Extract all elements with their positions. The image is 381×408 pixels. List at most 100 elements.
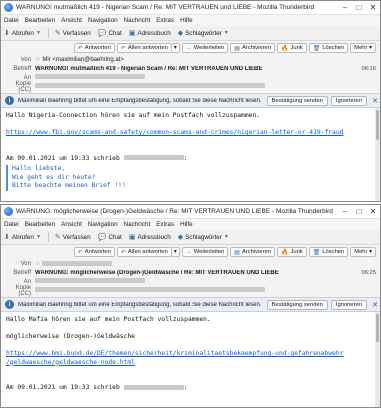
- menu-bar: Datei Bearbeiten Ansicht Navigation Nach…: [1, 219, 380, 230]
- redacted-cc: [35, 287, 265, 293]
- chevron-down-icon: ▼: [35, 234, 41, 240]
- reply-all-dropdown[interactable]: ▾: [171, 247, 180, 257]
- menu-extras[interactable]: Extras: [156, 221, 174, 228]
- menu-extras[interactable]: Extras: [156, 17, 174, 24]
- chat-button[interactable]: 💬 Chat: [98, 233, 122, 242]
- menu-hilfe[interactable]: Hilfe: [180, 17, 193, 24]
- menu-hilfe[interactable]: Hilfe: [180, 221, 193, 228]
- delete-button[interactable]: 🗑 Löschen: [308, 247, 349, 257]
- trash-icon: 🗑: [312, 249, 321, 256]
- menu-ansicht[interactable]: Ansicht: [61, 17, 82, 24]
- addressbook-button[interactable]: ▣ Adressbuch: [129, 29, 171, 38]
- send-receipt-button[interactable]: Bestätigung senden: [266, 95, 328, 106]
- chevron-down-icon: ▼: [35, 30, 41, 36]
- get-mail-button[interactable]: ⬇ Abrufen ▼: [4, 233, 41, 242]
- thunderbird-window-2: WARNUNG: möglicherweise (Drogen-)Geldwäs…: [0, 204, 381, 408]
- from-value[interactable]: Mir <maximilian@baehring.at>: [42, 57, 123, 63]
- addressbook-button[interactable]: ▣ Adressbuch: [129, 233, 171, 242]
- close-icon[interactable]: ✕: [366, 205, 380, 219]
- menu-nachricht[interactable]: Nachricht: [124, 221, 151, 228]
- send-receipt-button[interactable]: Bestätigung senden: [266, 299, 328, 310]
- message-time: 06:16: [361, 65, 376, 72]
- ignore-button[interactable]: Ignorieren: [330, 95, 367, 106]
- menu-bearbeiten[interactable]: Bearbeiten: [25, 221, 55, 228]
- body-link-continued[interactable]: /geldwaesche/geldwaesche-node.html: [6, 359, 135, 366]
- maximize-icon[interactable]: □: [352, 205, 366, 219]
- pencil-icon: ✎: [54, 30, 61, 37]
- more-button[interactable]: Mehr ▾: [350, 247, 376, 257]
- menu-navigation[interactable]: Navigation: [88, 17, 118, 24]
- download-icon: ⬇: [4, 30, 10, 37]
- star-icon[interactable]: ☆: [35, 261, 40, 267]
- main-toolbar: ⬇ Abrufen ▼ ✎ Verfassen 💬 Chat ▣ Adressbuch ◆…: [1, 26, 380, 41]
- from-label: Von: [20, 56, 31, 63]
- main-toolbar: ⬇ Abrufen ▼ ✎ Verfassen 💬 Chat ▣ Adressbuch ◆…: [1, 230, 380, 245]
- forward-button[interactable]: → Weiterleiten: [181, 247, 229, 257]
- redacted-recipient: [35, 74, 145, 80]
- redacted-recipient: [35, 278, 145, 284]
- reply-button[interactable]: ↶ Antworten: [73, 247, 115, 257]
- scrollbar[interactable]: [375, 108, 380, 201]
- cc-label: Kopie (CC): [15, 80, 31, 93]
- write-button[interactable]: ✎ Verfassen: [54, 29, 91, 38]
- receipt-notification-bar: i Maximilian Baehring bittet um eine Emp…: [1, 94, 380, 108]
- more-button[interactable]: Mehr ▾: [350, 43, 376, 53]
- close-icon[interactable]: ✕: [366, 1, 380, 15]
- quote-line: Bitte beachte meinen Brief !!!: [12, 182, 126, 189]
- body-line: möglicherweise (Drogen-)Geldwäsche: [6, 333, 135, 340]
- window-title: WARNUNG! mutmaßlich 419 - Nigerian Scam …: [16, 4, 315, 11]
- quote-attribution: Am 09.01.2021 um 19:33 schrieb: [6, 154, 120, 162]
- ignore-button[interactable]: Ignorieren: [330, 299, 367, 310]
- header-actions: ↶ Antworten ↶ Allen antworten ▾ → Weiterlei…: [5, 247, 376, 258]
- menu-datei[interactable]: Datei: [4, 221, 19, 228]
- archive-button[interactable]: ▤ Archivieren: [230, 43, 275, 53]
- forward-button[interactable]: → Weiterleiten: [181, 43, 229, 53]
- info-icon: i: [5, 96, 14, 105]
- get-mail-button[interactable]: ⬇ Abrufen ▼: [4, 29, 41, 38]
- reply-button[interactable]: ↶ Antworten: [73, 43, 115, 53]
- minimize-icon[interactable]: –: [338, 205, 352, 219]
- message-header: ↶ Antworten ↶ Allen antworten ▾ → Weiterlei…: [1, 245, 380, 298]
- chat-button[interactable]: 💬 Chat: [98, 29, 122, 38]
- menu-bearbeiten[interactable]: Bearbeiten: [25, 17, 55, 24]
- forward-icon: →: [185, 45, 192, 51]
- from-label: Von: [20, 260, 31, 267]
- body-link[interactable]: https://www.fbi.gov/scams-and-safety/com…: [6, 129, 343, 136]
- message-body: Hallo Nigeria-Connection hören sie auf m…: [1, 108, 380, 201]
- scrollbar[interactable]: [375, 312, 380, 407]
- quote-line: Hallo liebste,: [12, 165, 66, 172]
- subject-value: WARNUNG! mutmaßlich 419 - Nigerian Scam …: [35, 65, 263, 72]
- menu-datei[interactable]: Datei: [4, 17, 19, 24]
- junk-button[interactable]: 🔥 Junk: [276, 43, 307, 53]
- junk-button[interactable]: 🔥 Junk: [276, 247, 307, 257]
- maximize-icon[interactable]: □: [352, 1, 366, 15]
- delete-button[interactable]: 🗑 Löschen: [308, 43, 349, 53]
- subject-value: WARNUNG: möglicherweise (Drogen-)Geldwäs…: [35, 269, 279, 276]
- subject-row: Betreff WARNUNG! mutmaßlich 419 - Nigeri…: [5, 64, 376, 73]
- thunderbird-window-1: WARNUNG! mutmaßlich 419 - Nigerian Scam …: [0, 0, 381, 202]
- write-button[interactable]: ✎ Verfassen: [55, 233, 91, 242]
- tag-button[interactable]: ◆ Schlagwörter ▼: [178, 233, 229, 242]
- redacted-sender: [123, 384, 184, 390]
- to-row: An: [5, 277, 376, 286]
- redacted-cc: [35, 83, 265, 89]
- junk-icon: 🔥: [280, 45, 289, 52]
- chevron-down-icon: ▼: [223, 30, 229, 36]
- archive-button[interactable]: ▤ Archivieren: [230, 247, 275, 257]
- forward-icon: →: [185, 249, 192, 255]
- trash-icon: 🗑: [312, 45, 321, 52]
- close-icon[interactable]: ✕: [370, 97, 380, 105]
- header-actions: ↶ Antworten ↶ Allen antworten ▾ → Weiterlei…: [5, 43, 376, 54]
- close-icon[interactable]: ✕: [370, 301, 380, 309]
- reply-icon: ↶: [77, 45, 83, 52]
- body-link[interactable]: https://www.bmi.bund.de/DE/themen/sicher…: [6, 350, 343, 357]
- tag-button[interactable]: ◆ Schlagwörter ▼: [178, 29, 229, 38]
- reply-all-dropdown[interactable]: ▾: [171, 43, 180, 53]
- star-icon[interactable]: ☆: [35, 57, 40, 63]
- menu-ansicht[interactable]: Ansicht: [61, 221, 82, 228]
- reply-all-button[interactable]: ↶ Allen antworten: [116, 247, 172, 257]
- minimize-icon[interactable]: –: [338, 1, 352, 15]
- reply-all-button[interactable]: ↶ Allen antworten: [116, 43, 172, 53]
- menu-nachricht[interactable]: Nachricht: [124, 17, 151, 24]
- menu-navigation[interactable]: Navigation: [88, 221, 118, 228]
